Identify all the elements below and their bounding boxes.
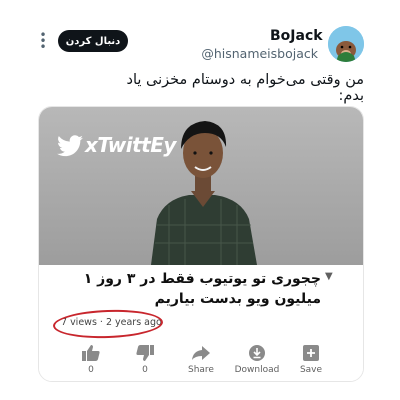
thumbs-down-icon — [136, 345, 154, 361]
dislike-count: 0 — [142, 365, 148, 375]
video-actions: 0 0 Share Download Save — [39, 343, 363, 379]
share-label: Share — [188, 365, 214, 375]
tweet-text: من وقتی می‌خوام به دوستام مخزنی یاد بدم: — [126, 72, 364, 104]
more-options-icon[interactable]: • • • — [38, 29, 48, 53]
avatar[interactable] — [328, 26, 364, 62]
video-title[interactable]: چجوری تو یوتیوب فقط در ۳ روز ۱ میلیون وی… — [59, 269, 321, 309]
save-icon — [303, 345, 319, 361]
highlight-circle — [52, 308, 164, 340]
follow-button[interactable]: دنبال کردن — [58, 30, 128, 52]
share-button[interactable]: Share — [171, 343, 231, 375]
tweet-media-card[interactable]: xTwittEy ▼ چجوری تو یوتیوب فقط در ۳ روز … — [38, 106, 364, 382]
display-name[interactable]: BoJack — [270, 28, 323, 44]
dislike-button[interactable]: 0 — [115, 343, 175, 375]
thumbs-up-icon — [82, 345, 100, 361]
video-thumbnail[interactable]: xTwittEy — [39, 107, 363, 265]
download-button[interactable]: Download — [227, 343, 287, 375]
save-button[interactable]: Save — [281, 343, 341, 375]
download-icon — [249, 345, 265, 361]
like-count: 0 — [88, 365, 94, 375]
watermark-text: xTwittEy — [85, 133, 176, 157]
watermark-logo: xTwittEy — [57, 131, 176, 161]
like-button[interactable]: 0 — [61, 343, 121, 375]
save-label: Save — [299, 365, 323, 375]
download-label: Download — [234, 365, 280, 375]
video-info: ▼ چجوری تو یوتیوب فقط در ۳ روز ۱ میلیون … — [39, 265, 363, 381]
bird-icon — [57, 135, 83, 157]
user-handle[interactable]: @hisnameisbojack — [178, 46, 318, 61]
chevron-down-icon[interactable]: ▼ — [325, 271, 333, 282]
share-icon — [192, 346, 210, 360]
